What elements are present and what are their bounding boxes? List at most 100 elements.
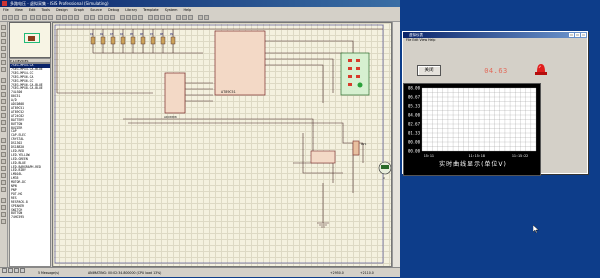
maximize-icon[interactable] [575,33,580,37]
make-device-icon[interactable] [154,15,159,20]
resistor-array [90,36,176,45]
pick-device-icon[interactable] [148,15,153,20]
overview-circuit-thumbnail [28,36,35,41]
generator-icon[interactable] [1,106,6,111]
menu-edit[interactable]: Edit [29,8,36,12]
zoom-out-icon[interactable] [62,15,67,20]
property-tool-icon[interactable] [188,15,193,20]
copy-icon[interactable] [104,15,109,20]
pause-icon[interactable] [14,268,19,273]
vi-menu[interactable]: File Edit View Help [403,38,587,43]
close-button[interactable]: 关闭 [417,65,441,76]
menu-template[interactable]: Template [143,8,158,12]
cut-icon[interactable] [98,15,103,20]
rotate-cw-icon[interactable] [1,198,6,203]
block-copy-icon[interactable] [120,15,125,20]
realtime-chart: 08.00 06.67 05.33 04.00 02.67 01.33 00.00 00.00… [408,85,537,158]
menu-file[interactable]: File [3,8,9,12]
voltage-probe-icon[interactable] [1,113,6,118]
decompose-icon[interactable] [166,15,171,20]
pot-rv1 [352,140,360,156]
tape-icon[interactable] [1,99,6,104]
line-icon[interactable] [1,138,6,143]
mirror-y-icon[interactable] [1,219,6,224]
component-mode-icon[interactable] [1,32,6,37]
refresh-icon[interactable] [30,15,35,20]
mirror-x-icon[interactable] [1,212,6,217]
save-icon[interactable] [14,15,19,20]
junction-icon[interactable] [1,39,6,44]
schematic-canvas[interactable]: AT89C51 ADC0808 RV1 U R1 R2 R3 R4 R5 R6 R7 R [52,22,392,267]
device-pin-icon[interactable] [1,85,6,90]
menu-debug[interactable]: Debug [108,8,119,12]
menu-system[interactable]: System [165,8,178,12]
rotate-ccw-icon[interactable] [1,205,6,210]
pan-icon[interactable] [48,15,53,20]
block-rotate-icon[interactable] [132,15,137,20]
menu-graph[interactable]: Graph [74,8,84,12]
grid-icon[interactable] [36,15,41,20]
symbol-icon[interactable] [1,180,6,185]
menu-source[interactable]: Source [90,8,102,12]
selection-mode-icon[interactable] [1,25,6,30]
minimize-icon[interactable] [569,33,574,37]
menu-tools[interactable]: Tools [42,8,50,12]
chart-y-tick-label: 05.33 [408,103,421,108]
voltage-reading: 04.63 [484,67,508,75]
menu-design[interactable]: Design [56,8,68,12]
mode-toolbar [0,22,8,267]
zoom-in-icon[interactable] [56,15,61,20]
virtual-instrument-icon[interactable] [1,127,6,132]
search-icon[interactable] [182,15,187,20]
menu-view[interactable]: View [15,8,23,12]
zoom-area-icon[interactable] [74,15,79,20]
device-list-item[interactable]: 74HC595 [10,215,50,220]
zoom-all-icon[interactable] [68,15,73,20]
block-delete-icon[interactable] [138,15,143,20]
wire-label-icon[interactable] [1,46,6,51]
print-icon[interactable] [22,15,27,20]
step-icon[interactable] [8,268,13,273]
vertical-scrollbar[interactable] [392,22,400,267]
paste-icon[interactable] [110,15,115,20]
netlist-icon[interactable] [198,15,203,20]
arc-icon[interactable] [1,159,6,164]
open-file-icon[interactable] [8,15,13,20]
resistor-label: R9 [170,32,174,36]
bus-icon[interactable] [1,60,6,65]
undo-icon[interactable] [84,15,89,20]
play-icon[interactable] [2,268,7,273]
block-move-icon[interactable] [126,15,131,20]
package-tool-icon[interactable] [160,15,165,20]
close-icon[interactable] [581,33,586,37]
box-icon[interactable] [1,145,6,150]
new-file-icon[interactable] [2,15,7,20]
display-led [357,82,363,88]
signal-wire-2 [123,118,314,153]
overview-window[interactable] [9,22,51,58]
menu-help[interactable]: Help [183,8,191,12]
subcircuit-icon[interactable] [1,67,6,72]
seven-segment-display [340,52,370,96]
chart-y-tick-label: 08.00 [408,85,421,90]
text-icon[interactable] [1,173,6,178]
current-probe-icon[interactable] [1,120,6,125]
circle-icon[interactable] [1,152,6,157]
ares-icon[interactable] [204,15,209,20]
resistor-label: R5 [130,32,134,36]
device-list[interactable]: 7SEG-MPX4-CA 7SEG-MPX4-CA-BLUE 7SEG-MPX4-C… [9,63,51,267]
app-icon [2,1,7,6]
marker-icon[interactable] [1,187,6,192]
wire-autorouter-icon[interactable] [176,15,181,20]
menu-library[interactable]: Library [125,8,137,12]
text-script-icon[interactable] [1,53,6,58]
stop-icon[interactable] [20,268,25,273]
origin-icon[interactable] [42,15,47,20]
redo-icon[interactable] [90,15,95,20]
realtime-chart-panel: 08.00 06.67 05.33 04.00 02.67 01.33 00.00 00.00… [403,83,541,176]
vi-title: 虚拟仪表 [409,33,423,37]
path-icon[interactable] [1,166,6,171]
graph-icon[interactable] [1,92,6,97]
resistor-label: R3 [110,32,114,36]
terminal-icon[interactable] [1,78,6,83]
